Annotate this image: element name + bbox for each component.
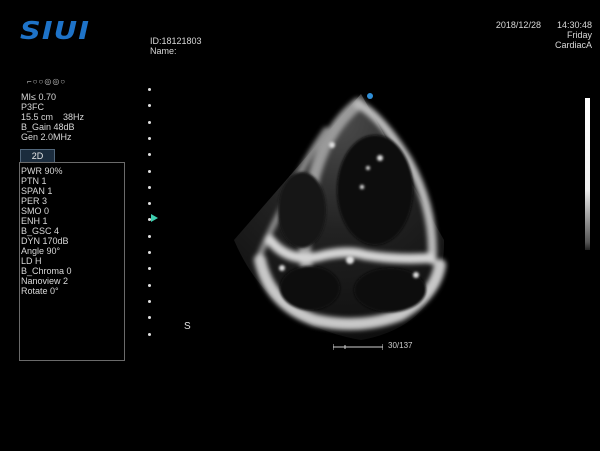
depth-tick xyxy=(148,316,151,320)
image-params-list: PWR 90% PTN 1 SPAN 1 PER 3 SMO 0 ENH 1 B… xyxy=(21,166,72,296)
depth-tick xyxy=(148,202,151,206)
scale-label: 30/137 xyxy=(388,341,413,350)
datetime-panel: 2018/12/28 14:30:48 Friday CardiacA xyxy=(496,20,592,50)
exam-date: 2018/12/28 xyxy=(495,20,541,30)
patient-name: Name: xyxy=(150,46,177,56)
siui-logo: SIUI xyxy=(20,16,91,45)
param-nanoview: Nanoview 2 xyxy=(21,276,69,286)
depth-tick xyxy=(148,267,151,271)
depth-tick xyxy=(148,234,151,238)
param-per: PER 3 xyxy=(21,196,48,206)
param-rotate: Rotate 0° xyxy=(21,286,59,296)
param-angle: Angle 90° xyxy=(21,246,61,256)
depth-tick xyxy=(148,283,151,287)
depth-tick xyxy=(148,332,151,336)
param-depth-fps: 15.5 cm 38Hz xyxy=(21,112,85,122)
depth-tick xyxy=(148,88,151,91)
exam-weekday: Friday xyxy=(566,30,592,40)
acquisition-params: MI≤ 0.70 P3FC 15.5 cm 38Hz B_Gain 48dB G… xyxy=(21,92,84,142)
focus-marker-icon[interactable] xyxy=(151,214,158,222)
param-gen: Gen 2.0MHz xyxy=(21,132,72,142)
mode-tab-2d[interactable]: 2D xyxy=(20,149,55,163)
probe-status-icons: ⌐○○◎◎○ xyxy=(27,77,67,86)
param-dyn: DYN 170dB xyxy=(21,236,69,246)
orientation-dot xyxy=(367,93,373,99)
patient-id: ID:18121803 xyxy=(150,36,202,46)
orientation-label: S xyxy=(184,321,191,332)
param-gain: B_Gain 48dB xyxy=(21,122,75,132)
depth-tick xyxy=(148,153,151,157)
depth-tick xyxy=(148,104,151,108)
param-probe: P3FC xyxy=(21,102,45,112)
param-gsc: B_GSC 4 xyxy=(21,226,60,236)
grayscale-bar xyxy=(585,98,590,250)
depth-tick xyxy=(148,169,151,173)
depth-tick xyxy=(148,136,151,140)
depth-tick xyxy=(148,185,151,189)
patient-info: ID:18121803 Name: xyxy=(150,36,202,56)
ultrasound-image xyxy=(234,94,446,340)
depth-tick xyxy=(148,251,151,254)
depth-tick xyxy=(148,299,151,303)
scale-bar xyxy=(333,344,383,350)
param-mi: MI≤ 0.70 xyxy=(21,92,56,102)
depth-tick xyxy=(148,120,151,124)
exam-time: 14:30:48 xyxy=(556,20,592,30)
param-enh: ENH 1 xyxy=(21,216,48,226)
param-smo: SMO 0 xyxy=(21,206,50,216)
exam-preset: CardiacA xyxy=(554,40,592,50)
param-ld: LD H xyxy=(21,256,42,266)
param-span: SPAN 1 xyxy=(21,186,53,196)
param-chroma: B_Chroma 0 xyxy=(21,266,72,276)
param-ptn: PTN 1 xyxy=(21,176,47,186)
param-pwr: PWR 90% xyxy=(21,166,63,176)
